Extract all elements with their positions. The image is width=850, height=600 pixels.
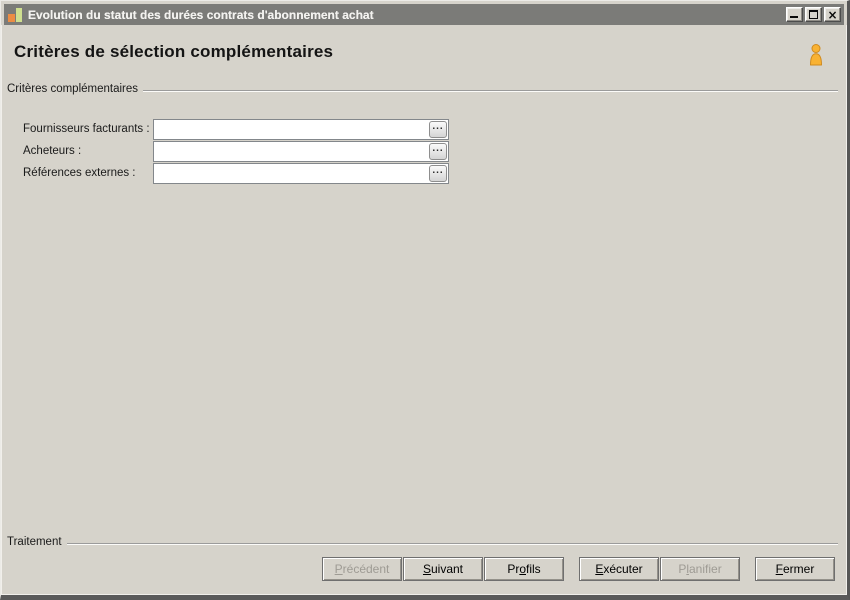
window-title: Evolution du statut des durées contrats … [28, 7, 374, 22]
acheteurs-field: ... [153, 141, 449, 162]
ellipsis-icon: ... [432, 120, 444, 132]
ellipsis-icon: ... [432, 142, 444, 154]
button-label: Pr [507, 562, 520, 576]
fournisseurs-input[interactable] [153, 119, 449, 140]
client-area: Critères de sélection complémentaires Cr… [1, 25, 847, 595]
close-icon: × [827, 7, 838, 22]
acheteurs-browse-button[interactable]: ... [429, 143, 447, 160]
references-input[interactable] [153, 163, 449, 184]
page-title: Critères de sélection complémentaires [14, 42, 334, 61]
traitement-groove-line [66, 543, 838, 545]
traitement-group: Traitement [7, 536, 838, 548]
profils-button[interactable]: Profils [484, 557, 564, 581]
precedent-button[interactable]: Précédent [322, 557, 402, 581]
button-accel: F [775, 562, 783, 576]
close-button[interactable]: × [824, 7, 841, 22]
criteria-legend-label: Critères complémentaires [7, 83, 139, 95]
acheteurs-label: Acheteurs : [23, 145, 82, 157]
traitement-legend-label: Traitement [7, 536, 62, 548]
references-browse-button[interactable]: ... [429, 165, 447, 182]
maximize-icon [809, 10, 818, 19]
dialog-window: Evolution du statut des durées contrats … [0, 0, 850, 600]
minimize-icon [790, 16, 798, 18]
button-accel: P [334, 562, 343, 576]
suivant-button[interactable]: Suivant [403, 557, 483, 581]
button-label: fils [526, 562, 541, 576]
maximize-button[interactable] [805, 7, 822, 22]
references-label: Références externes : [23, 167, 136, 179]
titlebar[interactable]: Evolution du statut des durées contrats … [4, 4, 844, 25]
acheteurs-input[interactable] [153, 141, 449, 162]
logo-orange-square [8, 13, 15, 22]
button-accel: o [519, 562, 526, 576]
ellipsis-icon: ... [432, 164, 444, 176]
fermer-button[interactable]: Fermer [755, 557, 835, 581]
window-controls: × [786, 7, 841, 22]
references-field: ... [153, 163, 449, 184]
fournisseurs-label: Fournisseurs facturants : [23, 123, 150, 135]
criteria-groove-line [143, 90, 838, 92]
app-logo-icon [7, 7, 23, 23]
button-label: xécuter [603, 562, 643, 576]
button-label: uivant [430, 562, 464, 576]
planifier-button[interactable]: Planifier [660, 557, 740, 581]
minimize-button[interactable] [786, 7, 803, 22]
executer-button[interactable]: Exécuter [579, 557, 659, 581]
criteria-group: Critères complémentaires [7, 83, 838, 95]
button-label: anifier [689, 562, 722, 576]
button-label: récédent [342, 562, 390, 576]
logo-green-bar [16, 7, 22, 22]
fournisseurs-field: ... [153, 119, 449, 140]
fournisseurs-browse-button[interactable]: ... [429, 121, 447, 138]
button-accel: S [422, 562, 431, 576]
button-label: ermer [783, 562, 815, 576]
person-icon [806, 43, 826, 67]
